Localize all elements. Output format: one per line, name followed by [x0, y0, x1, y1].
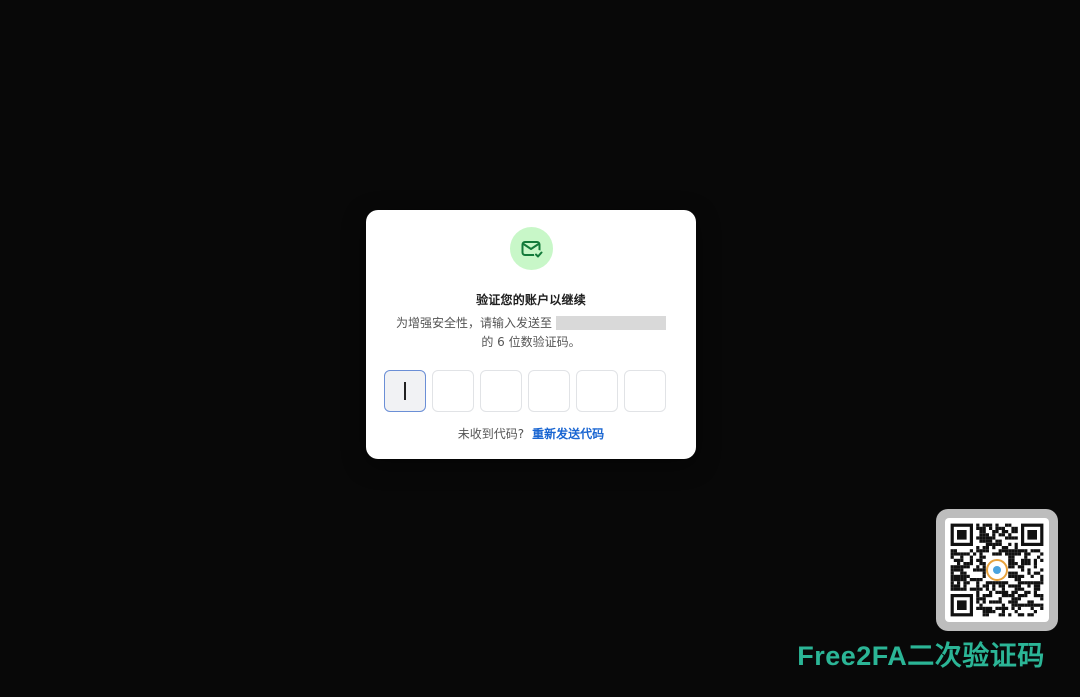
code-digit-2[interactable]	[432, 370, 474, 412]
code-digit-5[interactable]	[576, 370, 618, 412]
code-digit-4[interactable]	[528, 370, 570, 412]
description-text: 为增强安全性，请输入发送至	[395, 316, 552, 330]
code-digit-3[interactable]	[480, 370, 522, 412]
code-digit-1[interactable]	[384, 370, 426, 412]
qr-code	[945, 518, 1049, 622]
code-digit-6[interactable]	[624, 370, 666, 412]
dialog-title: 验证您的账户以继续	[476, 293, 586, 307]
resend-prompt: 未收到代码?	[457, 427, 525, 441]
redacted-email	[556, 315, 666, 330]
resend-row: 未收到代码? 重新发送代码	[366, 425, 696, 442]
screen-backdrop: 验证您的账户以继续 为增强安全性，请输入发送至 的 6 位数验证码。 未收到代码…	[0, 0, 1080, 697]
resend-code-link[interactable]: 重新发送代码	[532, 427, 604, 441]
text-caret	[404, 382, 406, 400]
dialog-description: 为增强安全性，请输入发送至	[366, 314, 696, 331]
brand-watermark: Free2FA二次验证码	[797, 641, 1045, 671]
verification-dialog: 验证您的账户以继续 为增强安全性，请输入发送至 的 6 位数验证码。 未收到代码…	[366, 210, 696, 459]
envelope-check-icon	[510, 227, 553, 270]
code-input-group	[384, 370, 680, 412]
qr-code-card	[936, 509, 1058, 631]
dialog-description-line2: 的 6 位数验证码。	[481, 335, 581, 349]
